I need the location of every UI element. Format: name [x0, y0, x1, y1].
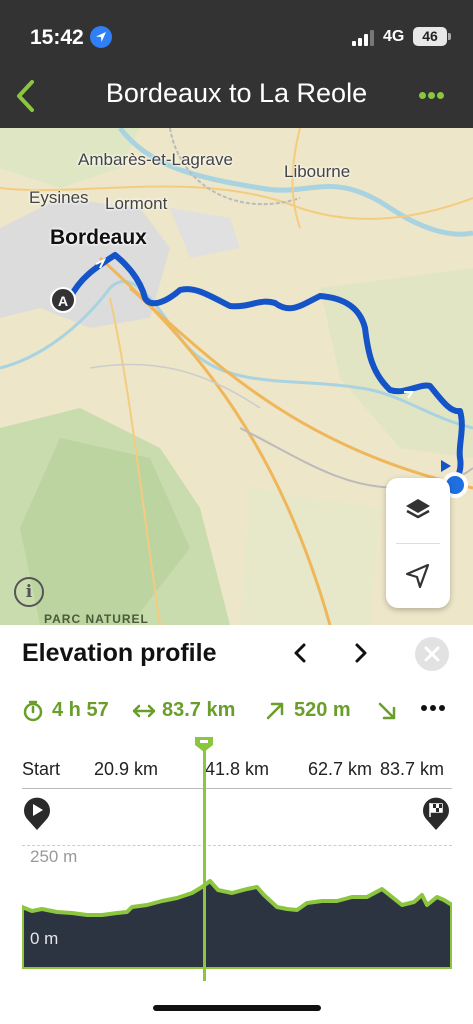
page-title: Bordeaux to La Reole — [105, 78, 368, 108]
more-horizontal-icon — [419, 92, 426, 99]
stats-more-button[interactable] — [416, 701, 450, 717]
axis-tick-1: 20.9 km — [94, 759, 159, 779]
chevron-left-icon — [17, 80, 34, 112]
location-arrow-icon — [90, 26, 112, 48]
signal-icon — [352, 30, 376, 46]
finish-flag — [421, 795, 451, 831]
chevron-left-icon — [294, 643, 306, 663]
ascent-value: 520 m — [294, 699, 351, 721]
map-controls — [386, 478, 450, 608]
map-label-libourne: Libourne — [284, 162, 351, 181]
route-map[interactable]: A Ambarès-et-Lagrave Libourne Eysines Lo… — [0, 128, 473, 625]
map-info-button[interactable]: i — [14, 577, 44, 607]
previous-button[interactable] — [288, 640, 314, 666]
axis-line — [22, 788, 452, 789]
position-cursor-handle[interactable] — [193, 735, 215, 753]
status-time: 15:42 — [30, 26, 84, 49]
map-label-eysines: Eysines — [29, 188, 89, 207]
horizontal-arrows-icon — [132, 704, 156, 718]
next-button[interactable] — [347, 640, 373, 666]
route-stats: 4 h 57 83.7 km 520 m — [22, 697, 473, 723]
layers-icon — [406, 499, 430, 519]
chevron-right-icon — [355, 643, 367, 663]
map-layers-button[interactable] — [386, 478, 450, 542]
distance-axis: Start 20.9 km 41.8 km 62.7 km 83.7 km — [0, 759, 473, 783]
axis-tick-2: 41.8 km — [205, 759, 270, 779]
route-start-label: A — [58, 293, 68, 309]
close-icon — [424, 646, 440, 662]
more-horizontal-icon — [421, 705, 427, 711]
cursor-handle-icon — [195, 737, 213, 752]
map-label-park: PARC NATUREL — [44, 612, 149, 625]
map-label-bordeaux: Bordeaux — [50, 226, 147, 249]
navigation-arrow-icon — [405, 563, 430, 589]
battery-indicator: 46 — [413, 27, 451, 46]
arrow-up-right-icon — [266, 702, 284, 720]
arrow-down-right-icon — [378, 702, 396, 720]
stopwatch-icon — [23, 700, 43, 722]
app-header: 15:42 4G 46 Bordeaux to La Reole — [0, 0, 473, 128]
more-options-button[interactable] — [414, 88, 448, 104]
play-pin-icon — [24, 797, 50, 830]
elevation-label-bottom: 0 m — [30, 929, 59, 948]
network-type: 4G — [383, 28, 405, 45]
elevation-profile-chart[interactable] — [22, 845, 452, 969]
axis-tick-end: 83.7 km — [380, 759, 445, 779]
locate-me-button[interactable] — [386, 544, 450, 608]
home-indicator[interactable] — [153, 1005, 321, 1011]
sheet-title: Elevation profile — [22, 639, 217, 667]
elevation-sheet: Elevation profile 4 h 57 83.7 km 520 m S… — [0, 625, 473, 1024]
axis-tick-start: Start — [22, 759, 61, 779]
map-label-ambares: Ambarès-et-Lagrave — [78, 150, 233, 169]
close-button[interactable] — [415, 637, 449, 671]
duration-value: 4 h 57 — [52, 699, 109, 721]
checkered-flag-pin-icon — [423, 797, 449, 830]
back-button[interactable] — [12, 76, 42, 116]
axis-tick-3: 62.7 km — [308, 759, 373, 779]
distance-value: 83.7 km — [162, 699, 236, 721]
start-flag — [22, 795, 52, 831]
map-label-lormont: Lormont — [105, 194, 168, 213]
position-cursor-line — [203, 737, 206, 981]
